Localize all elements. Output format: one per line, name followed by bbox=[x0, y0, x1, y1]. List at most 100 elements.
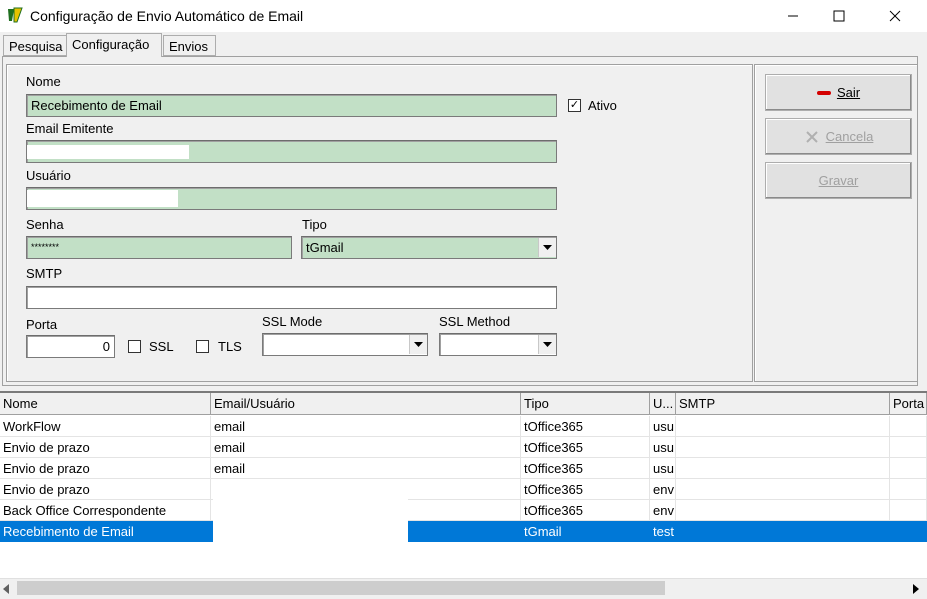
table-row[interactable]: Envio de prazo email tOffice365 usu bbox=[0, 458, 927, 479]
cell-email: email bbox=[211, 416, 521, 437]
chevron-down-icon bbox=[543, 245, 552, 250]
cell-nome: Envio de prazo bbox=[0, 479, 211, 500]
redacted-value bbox=[27, 190, 178, 207]
ativo-label: Ativo bbox=[588, 98, 617, 113]
ssl-label: SSL bbox=[149, 339, 174, 354]
tls-label: TLS bbox=[218, 339, 242, 354]
tab-pesquisa[interactable]: Pesquisa bbox=[3, 35, 67, 56]
cancela-button[interactable]: Cancela bbox=[765, 118, 912, 155]
table-row-selected[interactable]: Recebimento de Email tGmail test bbox=[0, 521, 927, 542]
nome-label: Nome bbox=[26, 74, 61, 89]
ssl-method-dropdown-button[interactable] bbox=[538, 335, 556, 354]
cell-tipo: tOffice365 bbox=[521, 437, 650, 458]
chevron-down-icon bbox=[414, 342, 423, 347]
cell-smtp bbox=[676, 521, 890, 542]
cell-nome: Back Office Correspondente bbox=[0, 500, 211, 521]
maximize-icon bbox=[833, 10, 845, 22]
ssl-method-label: SSL Method bbox=[439, 314, 511, 329]
cell-porta bbox=[890, 479, 927, 500]
sair-button[interactable]: Sair bbox=[765, 74, 912, 111]
cell-nome: Recebimento de Email bbox=[0, 521, 211, 542]
senha-label: Senha bbox=[26, 217, 64, 232]
ssl-mode-label: SSL Mode bbox=[262, 314, 323, 329]
gravar-button[interactable]: Gravar bbox=[765, 162, 912, 199]
ssl-checkbox[interactable] bbox=[128, 340, 141, 353]
cell-tipo: tOffice365 bbox=[521, 479, 650, 500]
scroll-right-icon[interactable] bbox=[912, 582, 920, 597]
cell-usuario: test bbox=[650, 521, 676, 542]
cell-smtp bbox=[676, 500, 890, 521]
window-title: Configuração de Envio Automático de Emai… bbox=[30, 8, 304, 24]
smtp-label: SMTP bbox=[26, 266, 63, 281]
cell-porta bbox=[890, 500, 927, 521]
cancela-label: Cancela bbox=[825, 129, 874, 144]
cell-smtp bbox=[676, 458, 890, 479]
table-row[interactable]: Envio de prazo email tOffice365 usu bbox=[0, 437, 927, 458]
tipo-value: tGmail bbox=[306, 240, 344, 255]
cell-smtp bbox=[676, 437, 890, 458]
tab-configuracao[interactable]: Configuração bbox=[66, 33, 162, 57]
senha-field[interactable]: ******** bbox=[26, 236, 292, 259]
tipo-label: Tipo bbox=[302, 217, 327, 232]
column-header-tipo[interactable]: Tipo bbox=[521, 393, 650, 415]
ssl-mode-dropdown-button[interactable] bbox=[409, 335, 427, 354]
cell-tipo: tOffice365 bbox=[521, 500, 650, 521]
chevron-down-icon bbox=[543, 342, 552, 347]
column-header-usuario[interactable]: U... bbox=[650, 393, 676, 415]
maximize-button[interactable] bbox=[816, 0, 862, 32]
table-row[interactable]: Back Office Correspondente tOffice365 en… bbox=[0, 500, 927, 521]
smtp-field[interactable] bbox=[26, 286, 557, 309]
scrollbar-thumb[interactable] bbox=[17, 581, 665, 595]
email-label: Email Emitente bbox=[26, 121, 114, 136]
cell-porta bbox=[890, 416, 927, 437]
tab-envios[interactable]: Envios bbox=[163, 35, 216, 56]
exit-icon bbox=[816, 90, 831, 95]
cell-porta bbox=[890, 458, 927, 479]
cell-porta bbox=[890, 437, 927, 458]
cancel-x-icon bbox=[805, 130, 818, 143]
tipo-dropdown-button[interactable] bbox=[538, 238, 556, 257]
scroll-left-icon[interactable] bbox=[3, 582, 11, 597]
redacted-value bbox=[27, 145, 189, 159]
cell-usuario: usu bbox=[650, 458, 676, 479]
usuario-label: Usuário bbox=[26, 168, 71, 183]
ssl-mode-select[interactable] bbox=[262, 333, 428, 356]
minimize-button[interactable] bbox=[770, 0, 816, 32]
cell-porta bbox=[890, 521, 927, 542]
column-header-email[interactable]: Email/Usuário bbox=[211, 393, 521, 415]
actions-group bbox=[754, 64, 918, 382]
cell-nome: Envio de prazo bbox=[0, 458, 211, 479]
cell-smtp bbox=[676, 416, 890, 437]
tipo-select[interactable]: tGmail bbox=[301, 236, 557, 259]
column-header-porta[interactable]: Porta bbox=[890, 393, 927, 415]
cell-usuario: usu bbox=[650, 416, 676, 437]
app-logo-icon bbox=[6, 6, 24, 24]
cell-nome: WorkFlow bbox=[0, 416, 211, 437]
cell-email: email bbox=[211, 437, 521, 458]
column-header-smtp[interactable]: SMTP bbox=[676, 393, 890, 415]
nome-field[interactable]: Recebimento de Email bbox=[26, 94, 557, 117]
cell-usuario: env bbox=[650, 479, 676, 500]
ativo-checkbox[interactable]: ✓ bbox=[568, 99, 581, 112]
table-row[interactable]: WorkFlow email tOffice365 usu bbox=[0, 416, 927, 437]
table-row[interactable]: Envio de prazo tOffice365 env bbox=[0, 479, 927, 500]
cell-tipo: tOffice365 bbox=[521, 458, 650, 479]
porta-label: Porta bbox=[26, 317, 58, 332]
porta-field[interactable]: 0 bbox=[26, 335, 115, 358]
cell-tipo: tGmail bbox=[521, 521, 650, 542]
redacted-value bbox=[213, 479, 408, 542]
cell-usuario: env bbox=[650, 500, 676, 521]
column-header-nome[interactable]: Nome bbox=[0, 393, 211, 415]
close-icon bbox=[889, 10, 901, 22]
sair-label: Sair bbox=[836, 85, 861, 100]
close-button[interactable] bbox=[872, 0, 918, 32]
cell-nome: Envio de prazo bbox=[0, 437, 211, 458]
cell-usuario: usu bbox=[650, 437, 676, 458]
check-icon: ✓ bbox=[569, 99, 580, 111]
tls-checkbox[interactable] bbox=[196, 340, 209, 353]
minimize-icon bbox=[788, 15, 798, 17]
cell-smtp bbox=[676, 479, 890, 500]
cell-email: email bbox=[211, 458, 521, 479]
gravar-label: Gravar bbox=[818, 173, 859, 188]
cell-tipo: tOffice365 bbox=[521, 416, 650, 437]
